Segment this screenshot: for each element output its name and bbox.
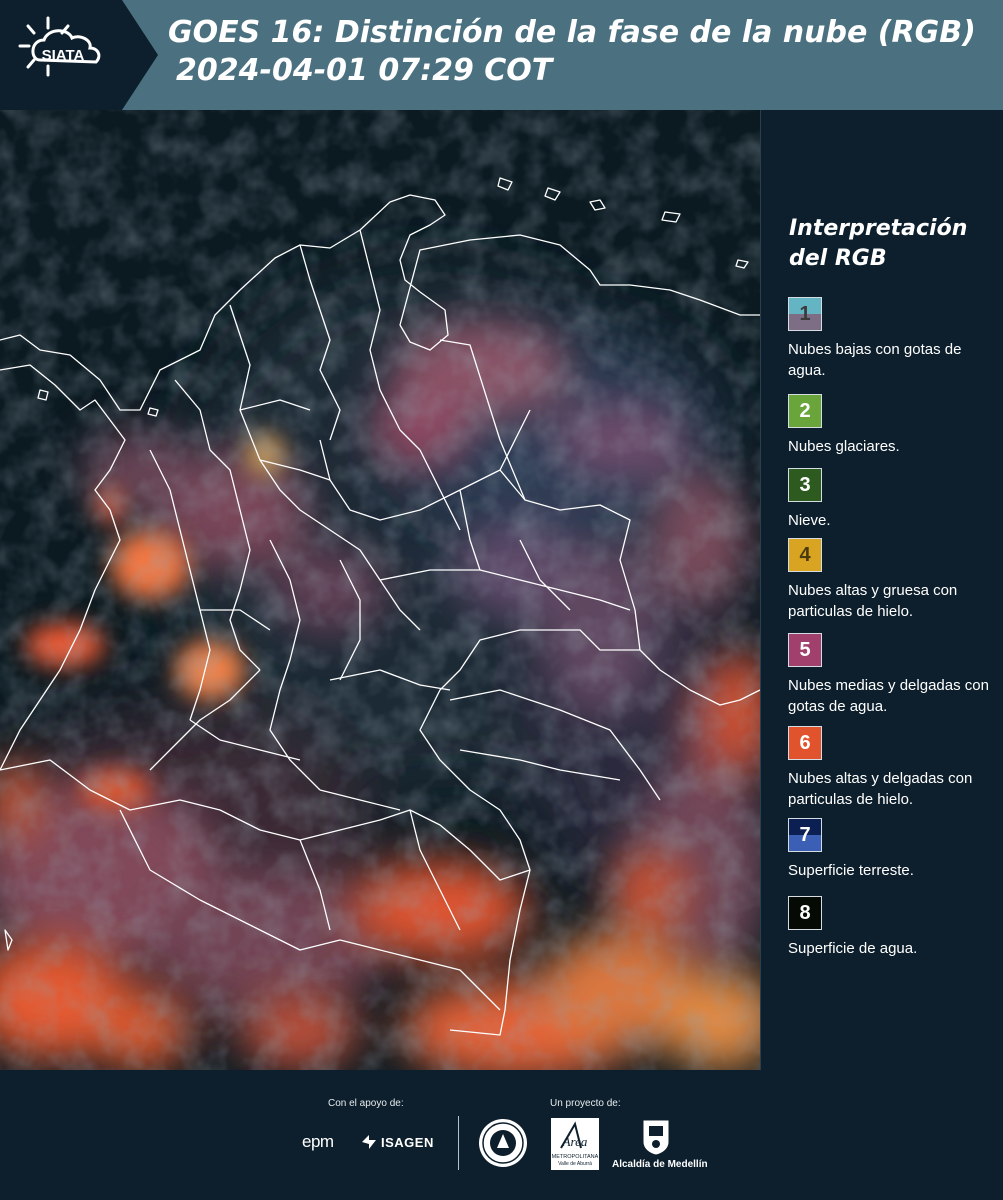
legend-swatch-2: 2 xyxy=(788,394,822,428)
legend-label-8: Superficie de agua. xyxy=(788,940,918,957)
university-seal-icon xyxy=(479,1119,527,1167)
epm-logo: epm xyxy=(302,1132,334,1151)
support-caption: Con el apoyo de: xyxy=(328,1098,404,1109)
logo-text: SIATA xyxy=(42,47,85,64)
isagen-icon xyxy=(362,1135,376,1149)
legend-number-4: 4 xyxy=(799,544,811,566)
project-caption: Un proyecto de: xyxy=(550,1098,621,1109)
header: SIATA GOES 16: Distinción de la fase de … xyxy=(0,0,1003,110)
area-main-text: Área xyxy=(562,1134,588,1149)
legend-label-5: Nubes medias y delgadas con gotas de agu… xyxy=(788,677,989,715)
page-title: GOES 16: Distinción de la fase de la nub… xyxy=(168,14,976,90)
legend-item-3: 3 Nieve. xyxy=(788,468,998,531)
legend-label-4: Nubes altas y gruesa con particulas de h… xyxy=(788,582,958,620)
legend-number-7: 7 xyxy=(799,824,811,846)
isagen-logo: ISAGEN xyxy=(381,1135,434,1150)
legend-panel: Interpretación del RGB 1 Nubes bajas con… xyxy=(770,110,1003,1070)
legend-item-4: 4 Nubes altas y gruesa con particulas de… xyxy=(788,538,998,622)
legend-label-6: Nubes altas y delgadas con particulas de… xyxy=(788,770,973,808)
legend-swatch-7: 7 xyxy=(788,818,822,852)
legend-number-8: 8 xyxy=(799,902,811,924)
legend-number-3: 3 xyxy=(799,474,811,496)
legend-swatch-3: 3 xyxy=(788,468,822,502)
legend-swatch-6: 6 xyxy=(788,726,822,760)
legend-number-6: 6 xyxy=(799,732,811,754)
legend-item-2: 2 Nubes glaciares. xyxy=(788,394,998,457)
area-sub2-text: Valle de Aburrá xyxy=(558,1161,592,1167)
title-line-2: 2024-04-01 07:29 COT xyxy=(176,53,553,88)
legend-item-5: 5 Nubes medias y delgadas con gotas de a… xyxy=(788,633,998,717)
legend-swatch-5: 5 xyxy=(788,633,822,667)
alcaldia-shield-icon xyxy=(642,1119,670,1156)
legend-item-6: 6 Nubes altas y delgadas con particulas … xyxy=(788,726,998,810)
legend-number-5: 5 xyxy=(799,639,811,661)
legend-label-7: Superficie terreste. xyxy=(788,862,914,879)
legend-swatch-4: 4 xyxy=(788,538,822,572)
legend-item-8: 8 Superficie de agua. xyxy=(788,896,998,959)
legend-swatch-8: 8 xyxy=(788,896,822,930)
legend-item-7: 7 Superficie terreste. xyxy=(788,818,998,881)
legend-label-2: Nubes glaciares. xyxy=(788,438,900,455)
alcaldia-logo-text: Alcaldía de Medellín xyxy=(612,1159,708,1170)
satellite-image xyxy=(0,110,761,1070)
satellite-map xyxy=(0,110,760,1070)
legend-number-2: 2 xyxy=(799,400,811,422)
legend-item-1: 1 Nubes bajas con gotas de agua. xyxy=(788,297,998,381)
logo-panel: SIATA xyxy=(0,0,158,110)
area-metropolitana-logo: Área METROPOLITANA Valle de Aburrá xyxy=(551,1118,599,1170)
legend-label-3: Nieve. xyxy=(788,512,831,529)
area-sub-text: METROPOLITANA xyxy=(552,1154,599,1160)
footer-divider xyxy=(458,1116,459,1170)
legend-number-1: 1 xyxy=(799,303,811,325)
title-line-1: GOES 16: Distinción de la fase de la nub… xyxy=(168,15,976,50)
legend-title: Interpretación del RGB xyxy=(789,216,968,271)
legend-swatch-1: 1 xyxy=(788,297,822,331)
legend-label-1: Nubes bajas con gotas de agua. xyxy=(788,341,962,379)
